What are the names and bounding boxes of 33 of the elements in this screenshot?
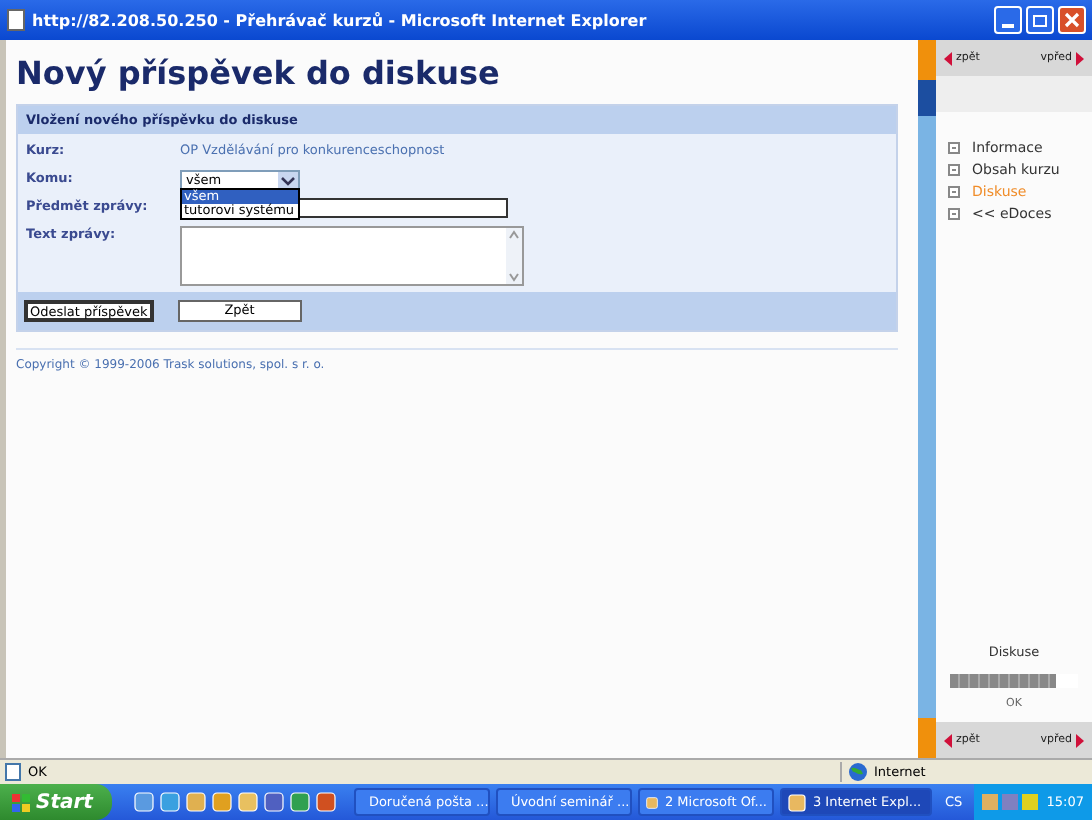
app-icon [290,792,311,812]
app-icon [238,792,259,812]
app-icon [212,792,233,812]
tray-icons-drawing [982,792,1039,812]
bullet-icon [948,142,960,154]
bullet-icon [948,208,960,220]
windows-logo-icon [12,793,30,811]
app-icon [316,792,337,812]
right-arrow-icon [1076,51,1084,65]
app-icon [264,792,285,812]
close-icon [1062,10,1082,30]
bullet-icon [948,186,960,198]
page-icon [4,762,22,782]
window-title: http://82.208.50.250 - Přehrávač kurzů - Microsoft Internet Explorer [32,11,649,29]
left-arrow-icon [944,733,952,747]
app-icon [186,792,207,812]
scrollbar-drawing [506,228,522,284]
page-heading: Nový příspěvek do diskuse [16,54,502,94]
restore-icon [1030,10,1050,30]
right-arrow-icon [1076,733,1084,747]
page-icon [6,8,26,32]
close-button[interactable] [1058,6,1086,34]
app-icon [160,792,181,812]
dropdown-arrow-icon [278,171,298,189]
app-icon [788,793,807,811]
minimize-button[interactable] [994,6,1022,34]
app-icon [646,793,659,811]
app-icon [134,792,155,812]
globe-icon [848,762,868,782]
minimize-icon [1002,24,1014,28]
restore-button[interactable] [1026,6,1054,34]
left-arrow-icon [944,51,952,65]
bullet-icon [948,164,960,176]
